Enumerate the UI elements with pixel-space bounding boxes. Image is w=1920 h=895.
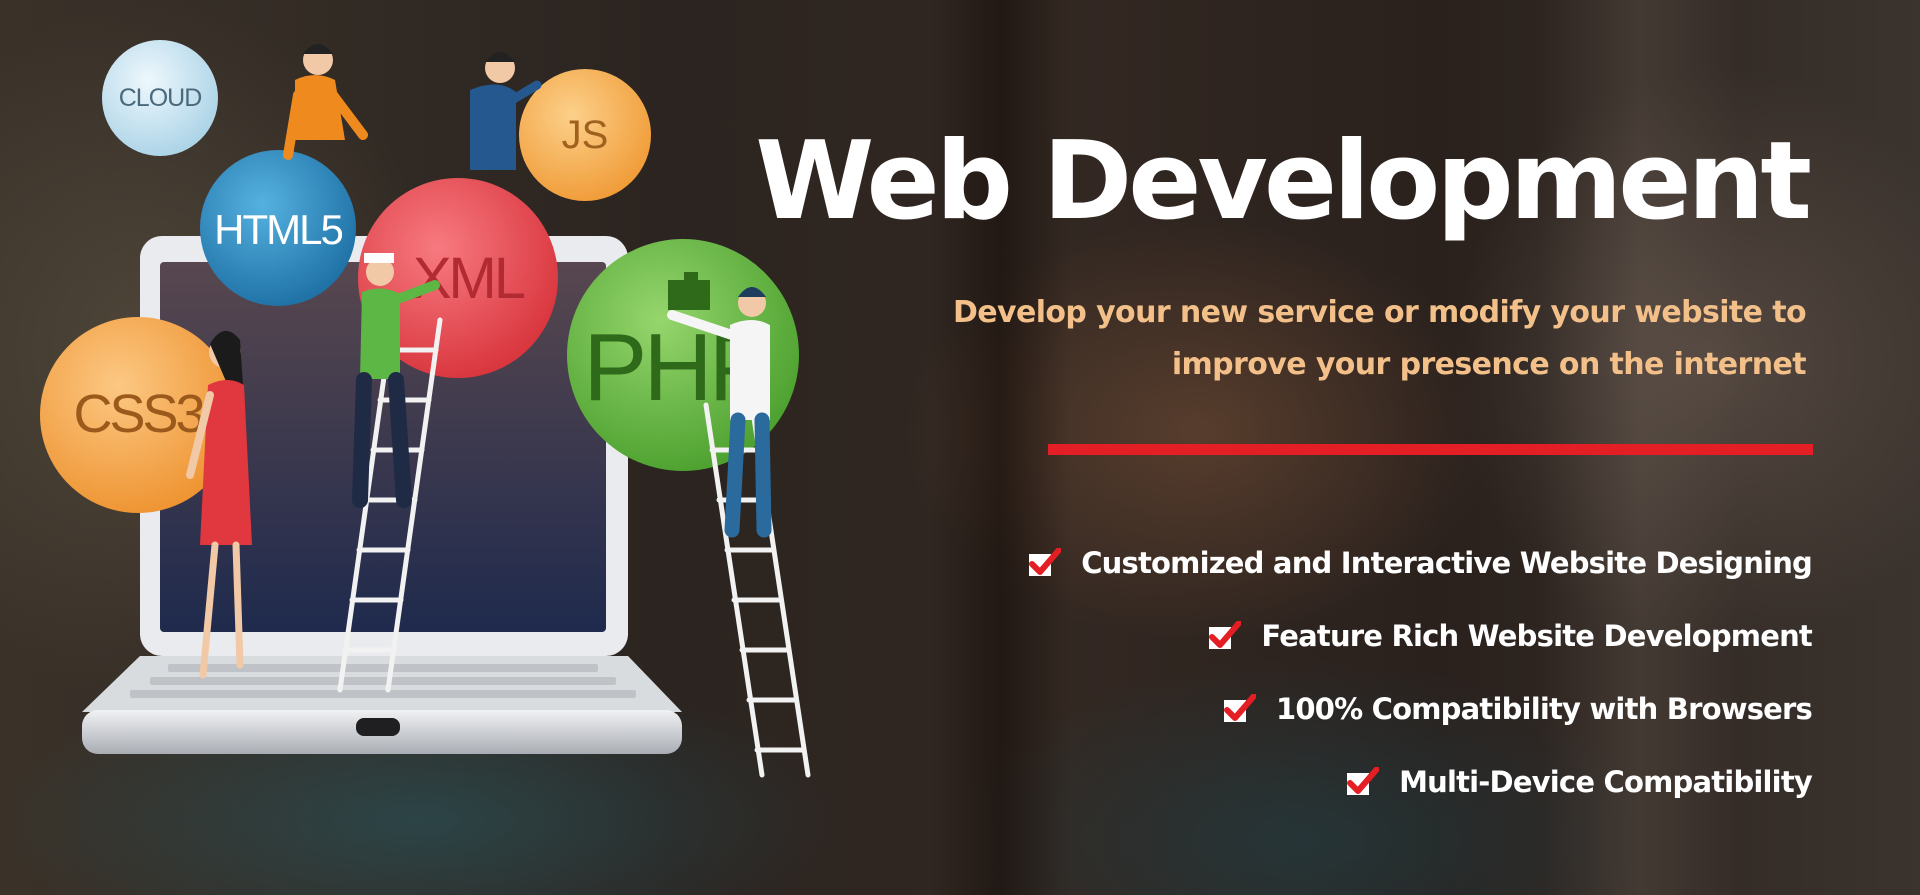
feature-label: 100% Compatibility with Browsers [1275,691,1813,726]
page-title: Web Development [755,119,1812,244]
bubble-js-label: JS [562,113,609,157]
feature-list: Customized and Interactive Website Desig… [1027,526,1813,818]
bubble-xml-label: XML [413,246,525,311]
subtitle: Develop your new service or modify your … [906,287,1807,391]
feature-item: Multi-Device Compatibility [1027,745,1813,818]
developer-team-illustration: CLOUD JS HTML5 XML PHP CSS3 [40,40,811,778]
check-icon [1209,620,1242,649]
feature-label: Feature Rich Website Development [1261,618,1812,653]
subtitle-line-2: improve your presence on the internet [1171,347,1807,382]
laptop-touchpad [356,718,400,736]
subtitle-line-1: Develop your new service or modify your … [952,295,1807,330]
web-development-banner: CLOUD JS HTML5 XML PHP CSS3 Web Developm… [0,0,1920,895]
bubble-html5: HTML5 [200,150,356,306]
check-icon [1029,547,1062,576]
feature-item: 100% Compatibility with Browsers [1027,672,1813,745]
check-icon [1347,766,1380,795]
check-icon [1223,693,1256,722]
red-divider [1048,444,1813,455]
feature-label: Multi-Device Compatibility [1399,764,1813,799]
feature-label: Customized and Interactive Website Desig… [1081,545,1813,580]
feature-item: Feature Rich Website Development [1027,599,1813,672]
feature-item: Customized and Interactive Website Desig… [1027,526,1813,599]
bubble-css3-label: CSS3 [73,384,203,444]
bubble-cloud-label: CLOUD [119,84,202,112]
developer-orange-shirt [283,44,368,160]
bubble-html5-label: HTML5 [214,206,342,253]
bubble-cloud: CLOUD [102,40,218,156]
